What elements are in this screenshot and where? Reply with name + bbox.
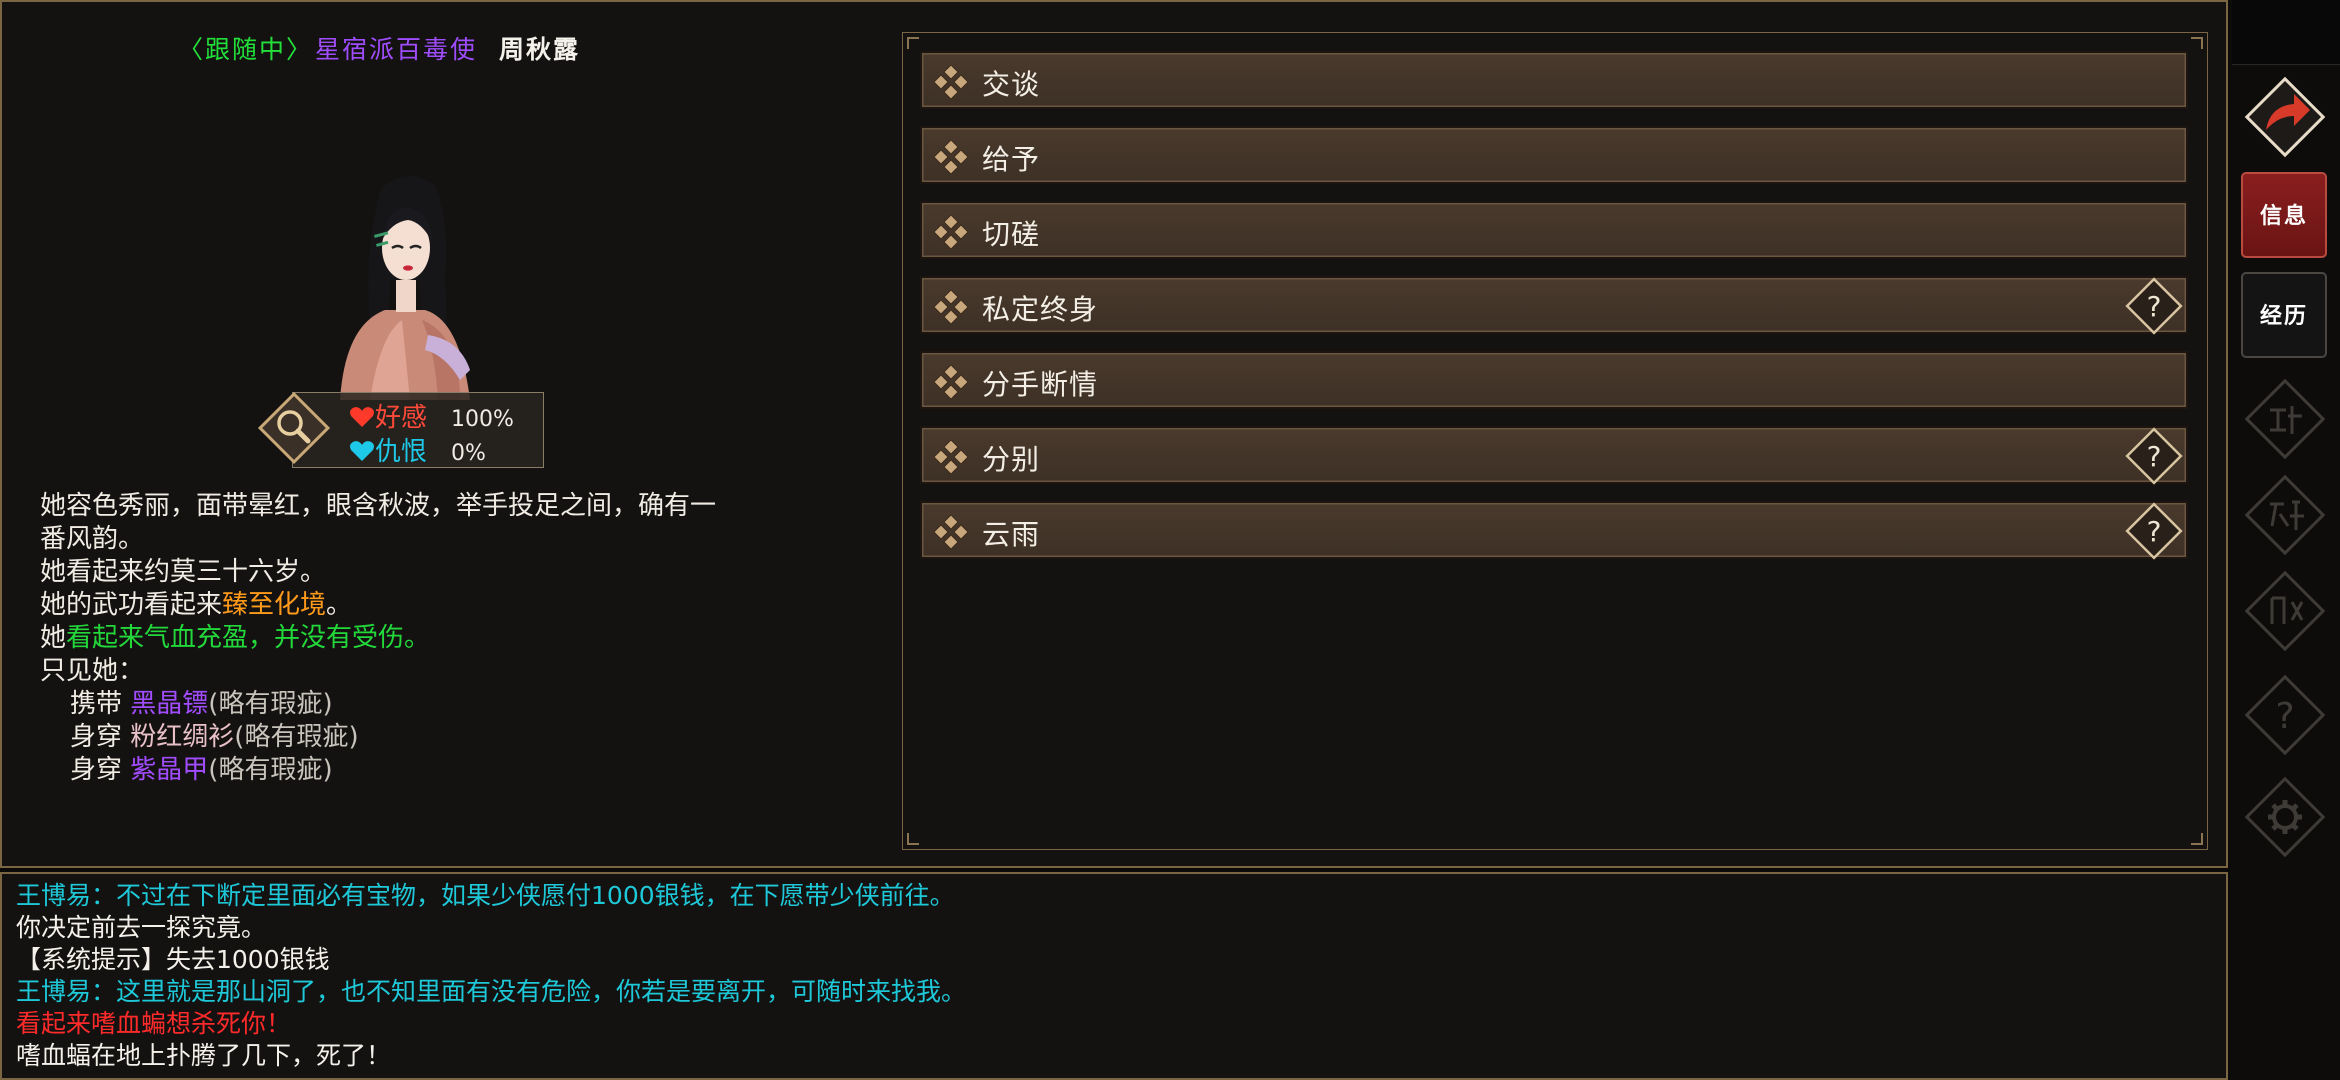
svg-text:?: ? bbox=[2147, 515, 2162, 548]
message-log: 王博易：不过在下断定里面必有宝物，如果少侠愿付1000银钱，在下愿带少侠前往。 … bbox=[16, 880, 966, 1072]
equipment-item: 身穿 紫晶甲(略有瑕疵) bbox=[40, 754, 820, 787]
action-part-ways-button[interactable]: 分别 ? bbox=[920, 426, 2188, 485]
hatred-row: 仇恨 0% bbox=[349, 431, 486, 468]
hatred-value: 0% bbox=[451, 441, 486, 466]
equipment-verb: 携带 bbox=[70, 689, 123, 719]
health-line: 她看起来气血充盈，并没有受伤。 bbox=[40, 622, 820, 655]
equipment-name[interactable]: 黑晶镖 bbox=[130, 689, 208, 719]
favor-row: 好感 100% bbox=[349, 397, 514, 434]
equipment-name[interactable]: 紫晶甲 bbox=[130, 755, 208, 785]
history-tab-button[interactable]: 经历 bbox=[2241, 272, 2327, 358]
question-icon[interactable]: ? bbox=[2236, 666, 2334, 764]
action-label: 分手断情 bbox=[982, 368, 1099, 401]
diamond-bullet-icon bbox=[934, 290, 968, 324]
favor-label: 好感 bbox=[375, 403, 428, 433]
martial-prefix: 她的武功看起来 bbox=[40, 590, 223, 620]
log-line: 嗜血蝠在地上扑腾了几下，死了！ bbox=[16, 1041, 392, 1070]
log-line: 王博易：不过在下断定里面必有宝物，如果少侠愿付1000银钱，在下愿带少侠前往。 bbox=[16, 881, 955, 910]
seen-label: 只见她： bbox=[40, 656, 145, 686]
action-give-button[interactable]: 给予 bbox=[920, 126, 2188, 184]
appearance-line-cont: 番风韵。 bbox=[40, 524, 145, 554]
npc-description: 她容色秀丽，面带晕红，眼含秋波，举手投足之间，确有一 番风韵。 她看起来约莫三十… bbox=[40, 490, 820, 787]
diamond-bullet-icon bbox=[934, 440, 968, 474]
equipment-verb: 身穿 bbox=[70, 755, 123, 785]
info-tab-button[interactable]: 信息 bbox=[2241, 172, 2327, 258]
equipment-verb: 身穿 bbox=[70, 722, 123, 752]
diamond-bullet-icon bbox=[934, 65, 968, 99]
equipment-quality: (略有瑕疵) bbox=[208, 689, 333, 719]
diamond-bullet-icon bbox=[934, 215, 968, 249]
action-label: 给予 bbox=[982, 143, 1041, 176]
return-icon[interactable] bbox=[2236, 68, 2334, 166]
action-betroth-button[interactable]: 私定终身 ? bbox=[920, 276, 2188, 335]
work-icon[interactable] bbox=[2236, 370, 2334, 468]
age-line: 她看起来约莫三十六岁。 bbox=[40, 557, 327, 587]
diamond-bullet-icon bbox=[934, 365, 968, 399]
heart-icon bbox=[350, 441, 374, 461]
log-line: 【系统提示】失去1000银钱 bbox=[16, 945, 330, 974]
help-icon[interactable]: ? bbox=[2122, 499, 2186, 563]
settings-gear-icon[interactable] bbox=[2236, 768, 2334, 866]
action-label: 私定终身 bbox=[982, 293, 1099, 326]
log-line: 看起来嗜血蝙想杀死你！ bbox=[16, 1009, 292, 1038]
equipment-quality: (略有瑕疵) bbox=[234, 722, 359, 752]
martial-arts-icon[interactable] bbox=[2236, 466, 2334, 564]
magnifier-icon[interactable] bbox=[256, 390, 332, 466]
health-status: 看起来气血充盈，并没有受伤。 bbox=[66, 623, 431, 653]
npc-header: 〈跟随中〉星宿派百毒使 周秋露 bbox=[178, 30, 580, 66]
log-line: 王博易：这里就是那山洞了，也不知里面有没有危险，你若是要离开，可随时来找我。 bbox=[16, 977, 967, 1006]
equipment-name[interactable]: 粉红绸衫 bbox=[130, 722, 234, 752]
heart-icon bbox=[350, 407, 374, 427]
martial-line: 她的武功看起来臻至化境。 bbox=[40, 589, 820, 622]
npc-portrait[interactable] bbox=[310, 160, 500, 400]
action-label: 切磋 bbox=[982, 218, 1041, 251]
favor-value: 100% bbox=[451, 407, 514, 432]
appearance-line: 她容色秀丽，面带晕红，眼含秋波，举手投足之间，确有一 bbox=[40, 491, 717, 521]
help-icon[interactable]: ? bbox=[2122, 424, 2186, 488]
npc-name: 周秋露 bbox=[499, 35, 581, 64]
hatred-label: 仇恨 bbox=[375, 437, 428, 467]
action-label: 分别 bbox=[982, 443, 1041, 476]
equipment-quality: (略有瑕疵) bbox=[208, 755, 333, 785]
log-line: 你决定前去一探究竟。 bbox=[16, 913, 267, 942]
diamond-bullet-icon bbox=[934, 515, 968, 549]
follow-status: 〈跟随中〉 bbox=[178, 35, 314, 64]
action-breakup-button[interactable]: 分手断情 bbox=[920, 351, 2188, 409]
action-spar-button[interactable]: 切磋 bbox=[920, 201, 2188, 259]
health-prefix: 她 bbox=[40, 623, 67, 653]
martial-suffix: 。 bbox=[326, 590, 353, 620]
npc-faction-title: 星宿派百毒使 bbox=[315, 35, 478, 64]
action-label: 交谈 bbox=[982, 68, 1041, 101]
svg-text:?: ? bbox=[2147, 440, 2162, 473]
sidebar-top-slot bbox=[2232, 0, 2340, 65]
martial-level: 臻至化境 bbox=[222, 590, 327, 620]
sect-icon[interactable] bbox=[2236, 562, 2334, 660]
help-icon[interactable]: ? bbox=[2122, 274, 2186, 338]
svg-text:?: ? bbox=[2275, 696, 2294, 737]
equipment-item: 身穿 粉红绸衫(略有瑕疵) bbox=[40, 721, 820, 754]
equipment-item: 携带 黑晶镖(略有瑕疵) bbox=[40, 688, 820, 721]
action-talk-button[interactable]: 交谈 bbox=[920, 51, 2188, 109]
action-label: 云雨 bbox=[982, 518, 1041, 551]
action-yunyu-button[interactable]: 云雨 ? bbox=[920, 501, 2188, 560]
diamond-bullet-icon bbox=[934, 140, 968, 174]
svg-text:?: ? bbox=[2147, 290, 2162, 323]
